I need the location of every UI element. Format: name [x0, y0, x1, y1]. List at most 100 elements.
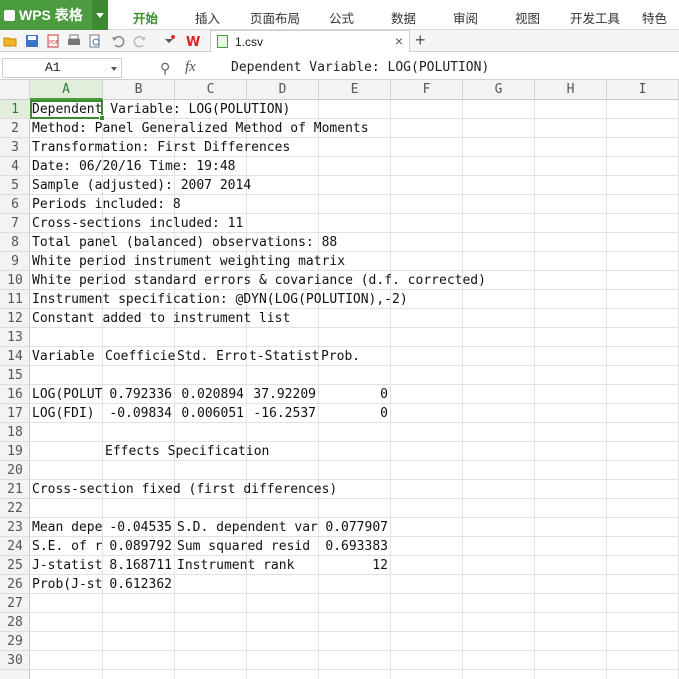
cell-grid[interactable]: Dependent Variable: LOG(POLUTION) Method:… — [30, 100, 679, 679]
chevron-down-icon[interactable] — [111, 67, 117, 71]
cell-A25[interactable]: J-statistic — [30, 556, 103, 575]
zoom-lookup-icon[interactable]: ⚲ — [160, 60, 170, 77]
cell-D16[interactable]: 37.92209 — [247, 385, 319, 404]
open-folder-icon[interactable] — [3, 34, 17, 48]
row-header-15[interactable]: 15 — [0, 366, 30, 385]
cell-A8[interactable]: Total panel (balanced) observations: 88 — [30, 233, 679, 252]
row-header-12[interactable]: 12 — [0, 309, 30, 328]
row-header-8[interactable]: 8 — [0, 233, 30, 252]
export-pdf-icon[interactable]: PDF — [46, 34, 60, 48]
undo-icon[interactable] — [111, 34, 125, 48]
cell-B23[interactable]: -0.04535 — [103, 518, 175, 537]
row-header-17[interactable]: 17 — [0, 404, 30, 423]
cell-B16[interactable]: 0.792336 — [103, 385, 175, 404]
row-header-3[interactable]: 3 — [0, 138, 30, 157]
cell-A11[interactable]: Instrument specification: @DYN(LOG(POLUT… — [30, 290, 679, 309]
cell-A26[interactable]: Prob(J-statistic) — [30, 575, 103, 594]
cell-A17[interactable]: LOG(FDI) — [30, 404, 103, 423]
column-header-F[interactable]: F — [391, 80, 463, 100]
cell-A4[interactable]: Date: 06/20/16 Time: 19:48 — [30, 157, 679, 176]
select-all-corner[interactable] — [0, 80, 30, 100]
cell-A1[interactable]: Dependent Variable: LOG(POLUTION) — [30, 100, 679, 119]
print-icon[interactable] — [67, 34, 81, 48]
cell-B19[interactable]: Effects Specification — [103, 442, 679, 461]
row-header-11[interactable]: 11 — [0, 290, 30, 309]
column-header-D[interactable]: D — [247, 80, 319, 100]
cell-B26[interactable]: 0.612362 — [103, 575, 175, 594]
row-header-13[interactable]: 13 — [0, 328, 30, 347]
cell-C16[interactable]: 0.020894 — [175, 385, 247, 404]
menu-page-layout[interactable]: 页面布局 — [250, 8, 300, 27]
cell-C25[interactable]: Instrument rank — [175, 556, 319, 575]
row-header-19[interactable]: 19 — [0, 442, 30, 461]
name-box[interactable]: A1 — [2, 58, 122, 78]
cell-C17[interactable]: 0.006051 — [175, 404, 247, 423]
fill-handle[interactable] — [99, 115, 105, 121]
row-header-28[interactable]: 28 — [0, 613, 30, 632]
row-header-5[interactable]: 5 — [0, 176, 30, 195]
menu-review[interactable]: 审阅 — [453, 8, 478, 27]
cell-A6[interactable]: Periods included: 8 — [30, 195, 679, 214]
cell-C14[interactable]: Std. Error — [175, 347, 247, 366]
row-header-10[interactable]: 10 — [0, 271, 30, 290]
cell-A9[interactable]: White period instrument weighting matrix — [30, 252, 679, 271]
row-header-22[interactable]: 22 — [0, 499, 30, 518]
row-header-2[interactable]: 2 — [0, 119, 30, 138]
row-header-24[interactable]: 24 — [0, 537, 30, 556]
menu-insert[interactable]: 插入 — [195, 8, 220, 27]
add-tab-icon[interactable]: + — [415, 30, 431, 52]
menu-formulas[interactable]: 公式 — [329, 8, 354, 27]
insert-function-button[interactable]: fx — [185, 59, 196, 76]
row-header-20[interactable]: 20 — [0, 461, 30, 480]
row-header-14[interactable]: 14 — [0, 347, 30, 366]
cell-B17[interactable]: -0.09834 — [103, 404, 175, 423]
row-header-26[interactable]: 26 — [0, 575, 30, 594]
column-header-B[interactable]: B — [103, 80, 175, 100]
row-header-18[interactable]: 18 — [0, 423, 30, 442]
cell-E24[interactable]: 0.693383 — [319, 537, 391, 556]
print-preview-icon[interactable] — [88, 34, 102, 48]
close-icon[interactable]: × — [395, 33, 403, 49]
cell-A5[interactable]: Sample (adjusted): 2007 2014 — [30, 176, 679, 195]
cell-B14[interactable]: Coefficient — [103, 347, 175, 366]
row-header-27[interactable]: 27 — [0, 594, 30, 613]
column-header-C[interactable]: C — [175, 80, 247, 100]
cell-A21[interactable]: Cross-section fixed (first differences) — [30, 480, 679, 499]
row-header-21[interactable]: 21 — [0, 480, 30, 499]
column-header-E[interactable]: E — [319, 80, 391, 100]
cell-A23[interactable]: Mean dependent var — [30, 518, 103, 537]
cell-E23[interactable]: 0.077907 — [319, 518, 391, 537]
menu-developer[interactable]: 开发工具 — [570, 8, 620, 27]
row-header-16[interactable]: 16 — [0, 385, 30, 404]
wps-cloud-icon[interactable]: W — [186, 34, 200, 48]
cell-A2[interactable]: Method: Panel Generalized Method of Mome… — [30, 119, 679, 138]
cell-E14[interactable]: Prob. — [319, 347, 679, 366]
menu-data[interactable]: 数据 — [391, 8, 416, 27]
cell-A14[interactable]: Variable — [30, 347, 103, 366]
cell-D14[interactable]: t-Statistic — [247, 347, 319, 366]
formula-input[interactable]: Dependent Variable: LOG(POLUTION) — [225, 58, 675, 78]
cell-C24[interactable]: Sum squared resid — [175, 537, 319, 556]
row-header-9[interactable]: 9 — [0, 252, 30, 271]
cell-B24[interactable]: 0.089792 — [103, 537, 175, 556]
row-header-7[interactable]: 7 — [0, 214, 30, 233]
cell-A16[interactable]: LOG(POLUTION(-1)) — [30, 385, 103, 404]
customize-toolbar-icon[interactable] — [162, 34, 176, 48]
app-menu-button[interactable]: WPS 表格 — [0, 0, 108, 30]
column-header-A[interactable]: A — [30, 80, 103, 100]
row-header-30[interactable]: 30 — [0, 651, 30, 670]
row-header-25[interactable]: 25 — [0, 556, 30, 575]
row-header-4[interactable]: 4 — [0, 157, 30, 176]
row-header-1[interactable]: 1 — [0, 100, 30, 119]
cell-A24[interactable]: S.E. of regression — [30, 537, 103, 556]
cell-D17[interactable]: -16.2537 — [247, 404, 319, 423]
cell-E17[interactable]: 0 — [319, 404, 391, 423]
cell-A12[interactable]: Constant added to instrument list — [30, 309, 679, 328]
cell-E25[interactable]: 12 — [319, 556, 391, 575]
column-header-I[interactable]: I — [607, 80, 679, 100]
cell-C23[interactable]: S.D. dependent var — [175, 518, 319, 537]
column-header-G[interactable]: G — [463, 80, 535, 100]
menu-view[interactable]: 视图 — [515, 8, 540, 27]
row-header-6[interactable]: 6 — [0, 195, 30, 214]
redo-icon[interactable] — [133, 34, 147, 48]
